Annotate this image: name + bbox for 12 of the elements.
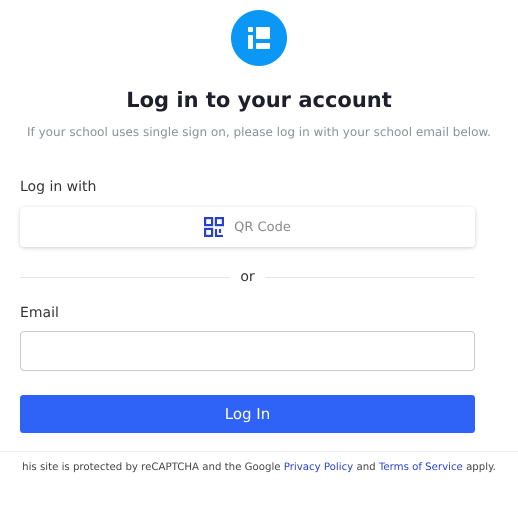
recaptcha-notice-text: his site is protected by reCAPTCHA and the Google Privacy Policy and Terms of Service apply. [22,462,496,473]
terms-of-service-link[interactable]: Terms of Service [378,462,463,473]
page-title: Log in to your account [126,88,392,112]
qr-code-icon [204,217,224,237]
qr-code-button[interactable]: QR Code [20,207,475,247]
subtitle-text: If your school uses single sign on, please log in with your school email below. [26,124,492,141]
login-with-label: Log in with [20,179,98,195]
privacy-policy-link[interactable]: Privacy Policy [284,462,354,473]
or-divider-text: or [240,269,255,285]
email-label: Email [20,305,60,321]
email-input-field[interactable] [20,331,475,371]
log-in-button[interactable]: Log In [20,395,475,433]
